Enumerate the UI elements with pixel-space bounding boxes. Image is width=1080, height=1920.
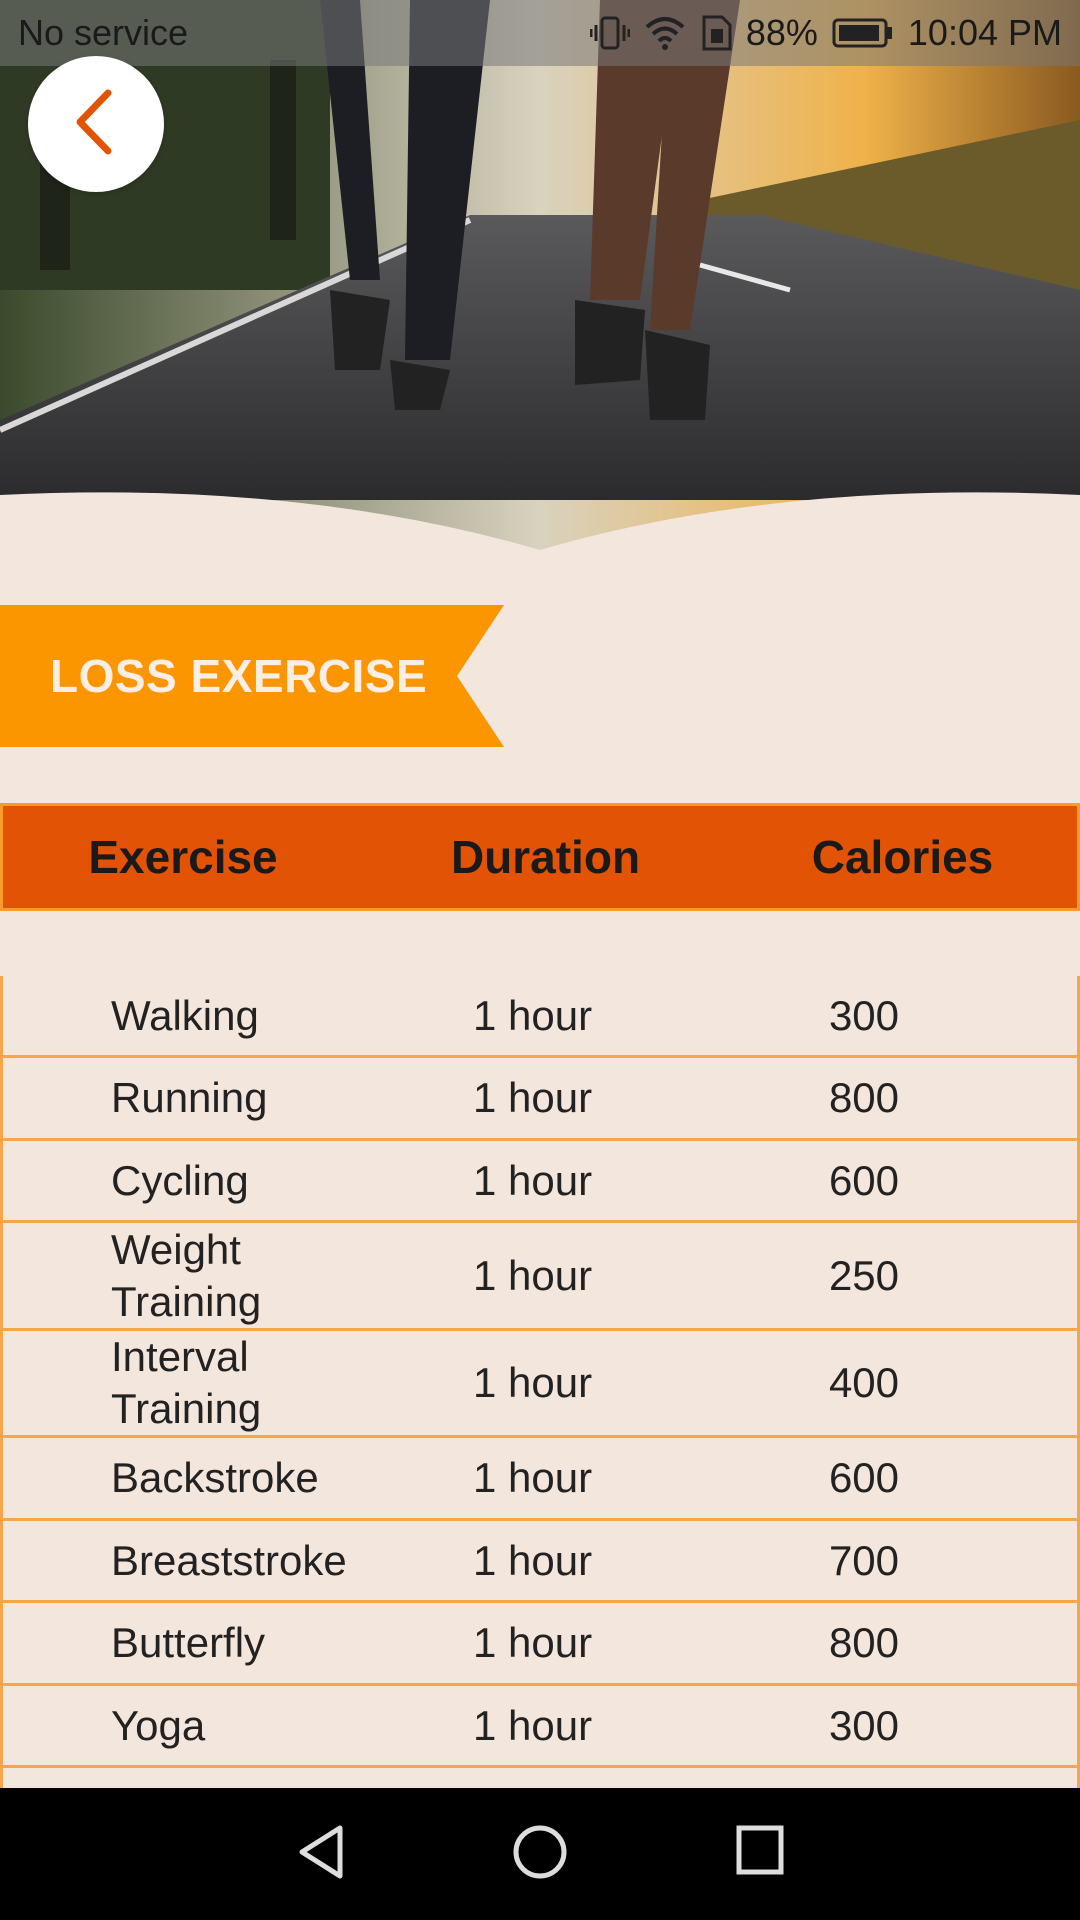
table-row [3,1768,1077,1788]
cell-calories: 300 [828,991,900,1039]
section-title: LOSS EXERCISE [50,650,428,702]
clock: 10:04 PM [907,12,1062,53]
vibrate-icon [589,15,630,51]
table-header: Exercise Duration Calories [0,803,1080,911]
table-row: Breaststroke 1 hour 700 [3,1521,1077,1603]
cell-exercise: Walking [111,991,259,1039]
header-duration: Duration [450,831,641,883]
carrier-text: No service [18,12,189,53]
header-exercise: Exercise [88,831,278,883]
cell-duration: 1 hour [473,1454,593,1501]
battery-percent: 88% [745,12,818,53]
section-ribbon: LOSS EXERCISE [0,605,504,747]
table-row: Walking 1 hour 300 [3,976,1077,1058]
status-right: 88% 10:04 PM [589,12,1062,54]
cell-calories: 300 [828,1701,900,1749]
table-row: Running 1 hour 800 [3,1058,1077,1141]
cell-exercise: Interval Training [111,1333,262,1432]
back-triangle-icon[interactable] [296,1824,346,1885]
system-nav-bar [0,1788,1080,1920]
table-row: Butterfly 1 hour 800 [3,1603,1077,1686]
recents-square-icon[interactable] [736,1824,784,1881]
table-row: Weight Training 1 hour 250 [3,1223,1077,1331]
cell-duration: 1 hour [473,1251,593,1299]
cell-exercise: Weight Training [111,1225,262,1325]
cell-duration: 1 hour [473,991,593,1039]
cell-calories: 800 [828,1074,900,1121]
cell-calories: 700 [828,1536,900,1584]
cell-duration: 1 hour [473,1701,593,1749]
cell-duration: 1 hour [473,1074,593,1121]
cell-exercise: Cycling [111,1156,249,1204]
cell-calories: 800 [828,1619,900,1666]
cell-exercise: Backstroke [111,1454,319,1501]
back-button[interactable] [28,56,164,192]
header-calories: Calories [811,831,994,883]
wifi-icon [644,15,686,51]
cell-exercise: Running [111,1074,268,1121]
exercise-table[interactable]: Walking 1 hour 300 Running 1 hour 800 Cy… [0,976,1080,1788]
chevron-left-icon [66,87,126,162]
cell-calories: 250 [828,1251,900,1299]
cell-duration: 1 hour [473,1619,593,1666]
cell-calories: 400 [828,1359,900,1406]
status-bar: No service 88% 10:04 PM [0,0,1080,66]
cell-exercise: Breaststroke [111,1536,347,1584]
cell-exercise: Yoga [111,1701,206,1749]
table-row: Cycling 1 hour 600 [3,1141,1077,1223]
table-row: Backstroke 1 hour 600 [3,1438,1077,1521]
cell-duration: 1 hour [473,1536,593,1584]
cell-exercise: Butterfly [111,1619,266,1666]
hero-image [0,0,1080,560]
cell-duration: 1 hour [473,1156,593,1204]
battery-icon [832,17,894,49]
table-row: Interval Training 1 hour 400 [3,1331,1077,1438]
cell-calories: 600 [828,1156,900,1204]
cell-calories: 600 [828,1454,900,1501]
table-row: Yoga 1 hour 300 [3,1686,1077,1768]
sim-icon [700,15,732,51]
home-circle-icon[interactable] [512,1824,568,1885]
cell-duration: 1 hour [473,1359,593,1406]
